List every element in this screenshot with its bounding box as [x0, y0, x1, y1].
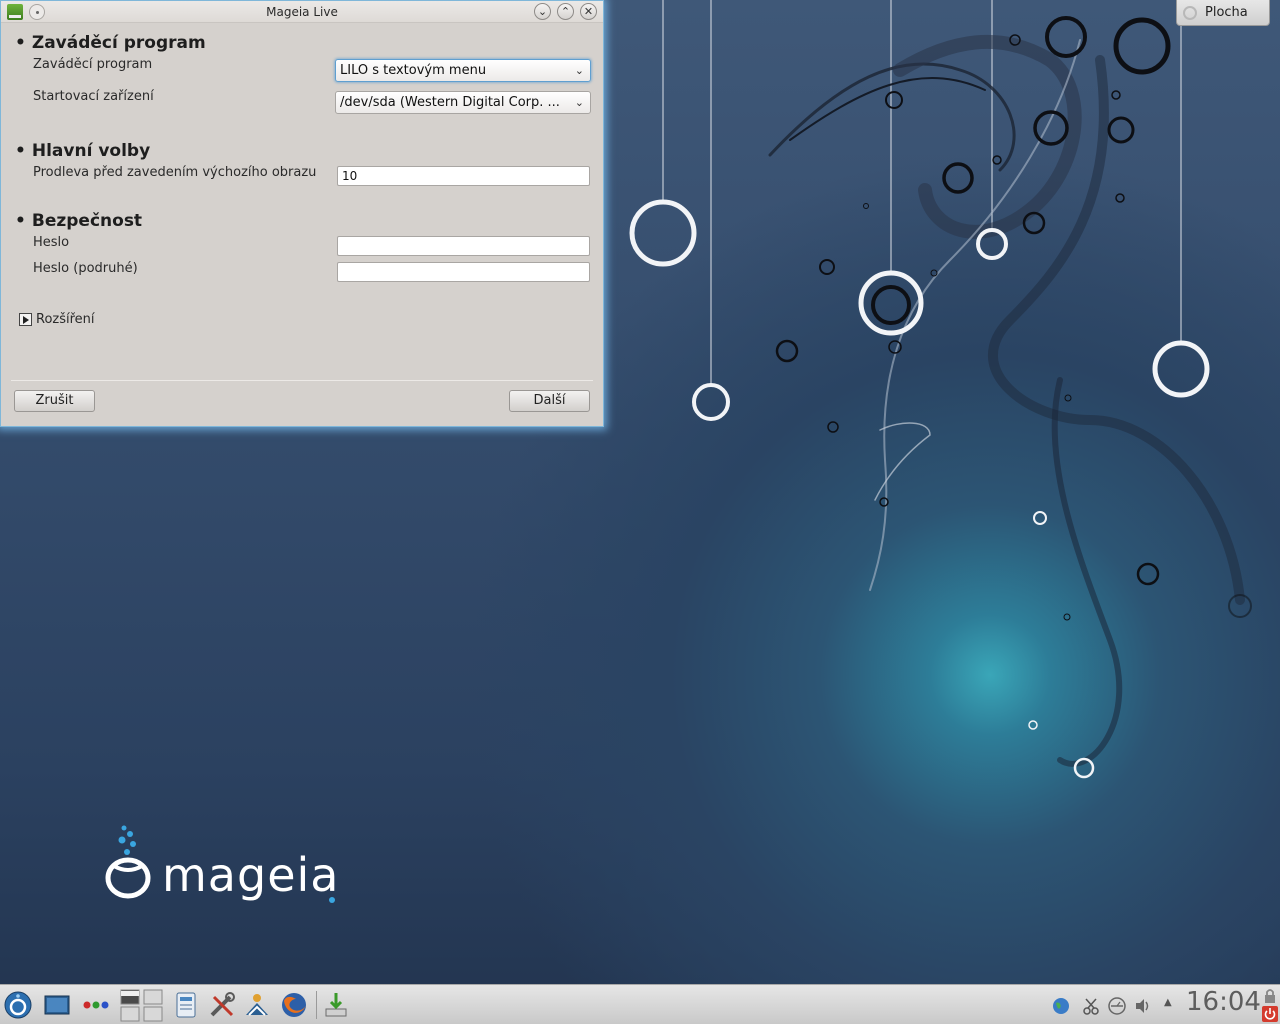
window-title: Mageia Live [266, 4, 338, 19]
separator [11, 380, 593, 381]
expander-arrow-icon [19, 313, 32, 326]
section-bootloader-title: Zaváděcí program [15, 33, 206, 53]
document-icon[interactable] [172, 991, 200, 1019]
delay-input[interactable]: 10 [337, 166, 590, 186]
application-menu-icon[interactable] [4, 991, 32, 1019]
app-install-icon[interactable] [7, 4, 23, 20]
desktop-plocha-label: Plocha [1205, 5, 1248, 20]
install-task-icon[interactable] [322, 991, 350, 1019]
network-globe-icon[interactable] [1052, 997, 1070, 1015]
installer-person-icon[interactable] [243, 991, 271, 1019]
boot-device-select-value: /dev/sda (Western Digital Corp. ... [340, 95, 560, 110]
color-dots-icon[interactable] [82, 991, 110, 1019]
taskbar: ▲ 16:04 [0, 984, 1280, 1024]
volume-icon[interactable] [1134, 997, 1152, 1015]
advanced-label: Rozšíření [36, 312, 95, 327]
chevron-down-icon: ⌄ [574, 64, 584, 77]
section-main-title: Hlavní volby [15, 141, 150, 161]
delay-label: Prodleva před zavedením výchozího obrazu [33, 165, 317, 180]
boot-device-label: Startovací zařízení [33, 89, 154, 104]
desktop-show-icon[interactable] [43, 991, 71, 1019]
clipboard-scissors-icon[interactable] [1082, 997, 1100, 1015]
boot-device-select[interactable]: /dev/sda (Western Digital Corp. ... ⌄ [335, 91, 591, 114]
chevron-down-icon: ⌄ [574, 96, 584, 109]
cancel-button[interactable]: Zrušit [14, 390, 95, 412]
password-repeat-label: Heslo (podruhé) [33, 261, 138, 276]
close-button[interactable]: ✕ [580, 3, 597, 20]
password-repeat-input[interactable] [337, 262, 590, 282]
lock-icon[interactable] [1262, 988, 1278, 1004]
password-input[interactable] [337, 236, 590, 256]
desktop-plocha-button[interactable]: Plocha [1176, 0, 1270, 26]
window-titlebar[interactable]: Mageia Live ⌄ ⌃ ✕ [1, 1, 603, 23]
usb-icon[interactable] [1108, 997, 1126, 1015]
mageia-logo-text: mageia [162, 848, 340, 902]
advanced-expander[interactable]: Rozšíření [19, 312, 95, 327]
desktop-icon [1183, 5, 1197, 20]
tools-icon[interactable] [208, 991, 236, 1019]
bootloader-label: Zaváděcí program [33, 57, 153, 72]
firefox-icon[interactable] [280, 991, 308, 1019]
maximize-button[interactable]: ⌃ [557, 3, 574, 20]
next-button[interactable]: Další [509, 390, 590, 412]
taskbar-separator [316, 991, 317, 1019]
pager-icon[interactable] [120, 989, 164, 1023]
window-menu-icon[interactable] [29, 4, 45, 20]
clock[interactable]: 16:04 [1186, 987, 1261, 1017]
power-icon[interactable] [1262, 1006, 1278, 1022]
section-security-title: Bezpečnost [15, 211, 142, 231]
password-label: Heslo [33, 235, 70, 250]
minimize-button[interactable]: ⌄ [534, 3, 551, 20]
bootloader-select[interactable]: LILO s textovým menu ⌄ [335, 59, 591, 82]
bootloader-select-value: LILO s textovým menu [340, 63, 487, 78]
expand-tray-icon[interactable]: ▲ [1164, 997, 1172, 1008]
mageia-live-window: Mageia Live ⌄ ⌃ ✕ Zaváděcí program Zavád… [0, 0, 604, 427]
